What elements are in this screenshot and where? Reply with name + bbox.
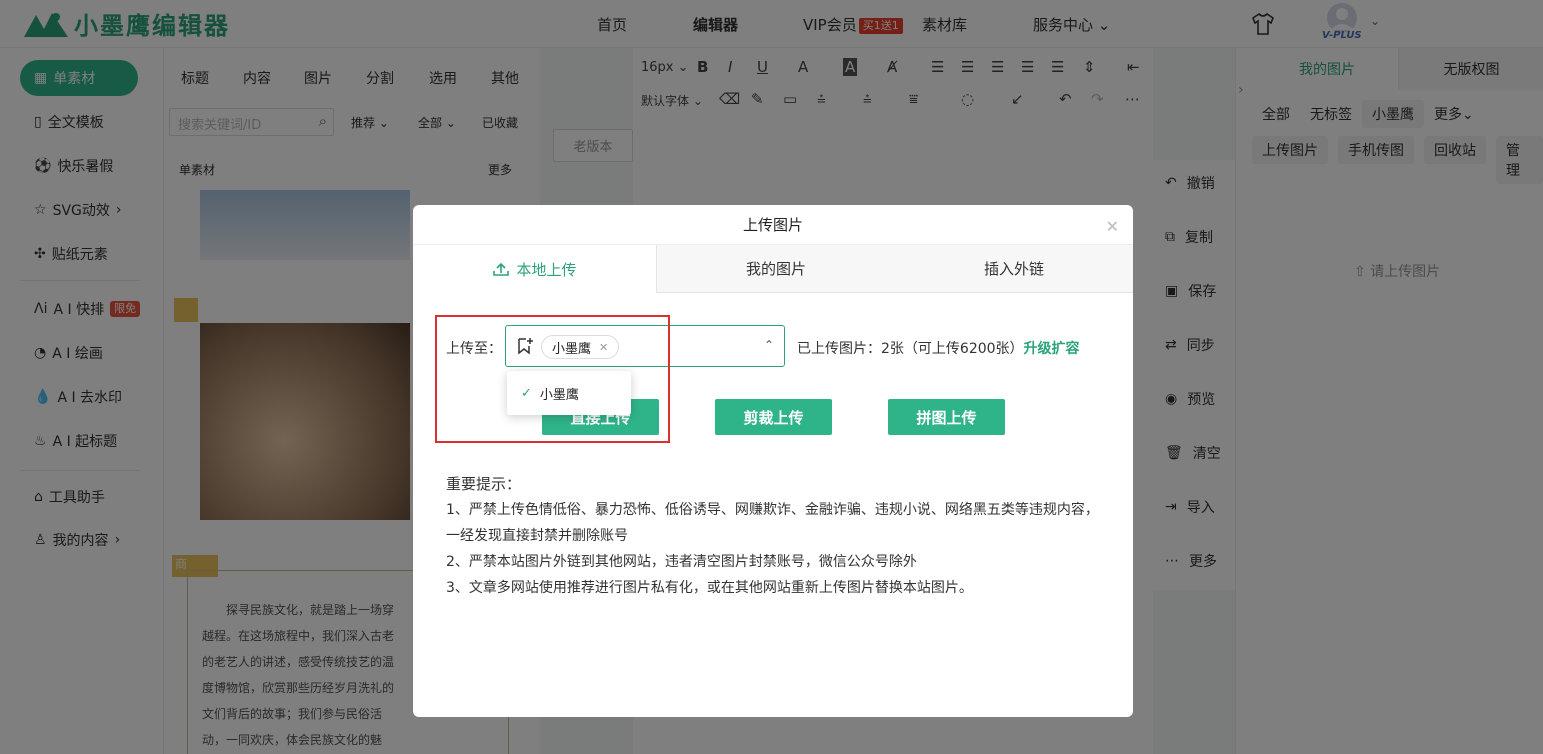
quota-text: 已上传图片：2张（可上传6200张） (797, 341, 1024, 357)
note-item: 3、文章多网站使用推荐进行图片私有化，或在其他网站重新上传图片替换本站图片。 (446, 580, 973, 596)
tab-my-images[interactable]: 我的图片 (657, 245, 895, 293)
upload-icon (493, 262, 510, 276)
upload-image-dialog: 上传图片 ✕ 本地上传 我的图片 插入外链 上传至： 小墨鹰 ✕ ⌃ 已上传图片… (413, 205, 1133, 717)
upgrade-link[interactable]: 升级扩容 (1024, 341, 1080, 357)
dialog-title: 上传图片 (413, 205, 1133, 245)
tab-local-upload[interactable]: 本地上传 (413, 245, 657, 293)
important-notes: 重要提示： 1、严禁上传色情低俗、暴力恐怖、低俗诱导、网赚欺诈、金融诈骗、违规小… (446, 471, 1106, 601)
close-icon[interactable]: ✕ (1106, 217, 1119, 236)
note-item: 2、严禁本站图片外链到其他网站，违者清空图片封禁账号，微信公众号除外 (446, 554, 917, 570)
tab-label: 本地上传 (516, 260, 577, 279)
collage-upload-button[interactable]: 拼图上传 (888, 399, 1005, 435)
upload-quota: 已上传图片：2张（可上传6200张）升级扩容 (797, 338, 1080, 358)
note-item: 1、严禁上传色情低俗、暴力恐怖、低俗诱导、网赚欺诈、金融诈骗、违规小说、网络黑五… (446, 502, 1099, 544)
crop-upload-button[interactable]: 剪裁上传 (715, 399, 832, 435)
notes-title: 重要提示： (446, 475, 522, 493)
tab-external-link[interactable]: 插入外链 (895, 245, 1133, 293)
highlight-box (435, 315, 670, 443)
chevron-up-icon[interactable]: ⌃ (764, 338, 774, 352)
